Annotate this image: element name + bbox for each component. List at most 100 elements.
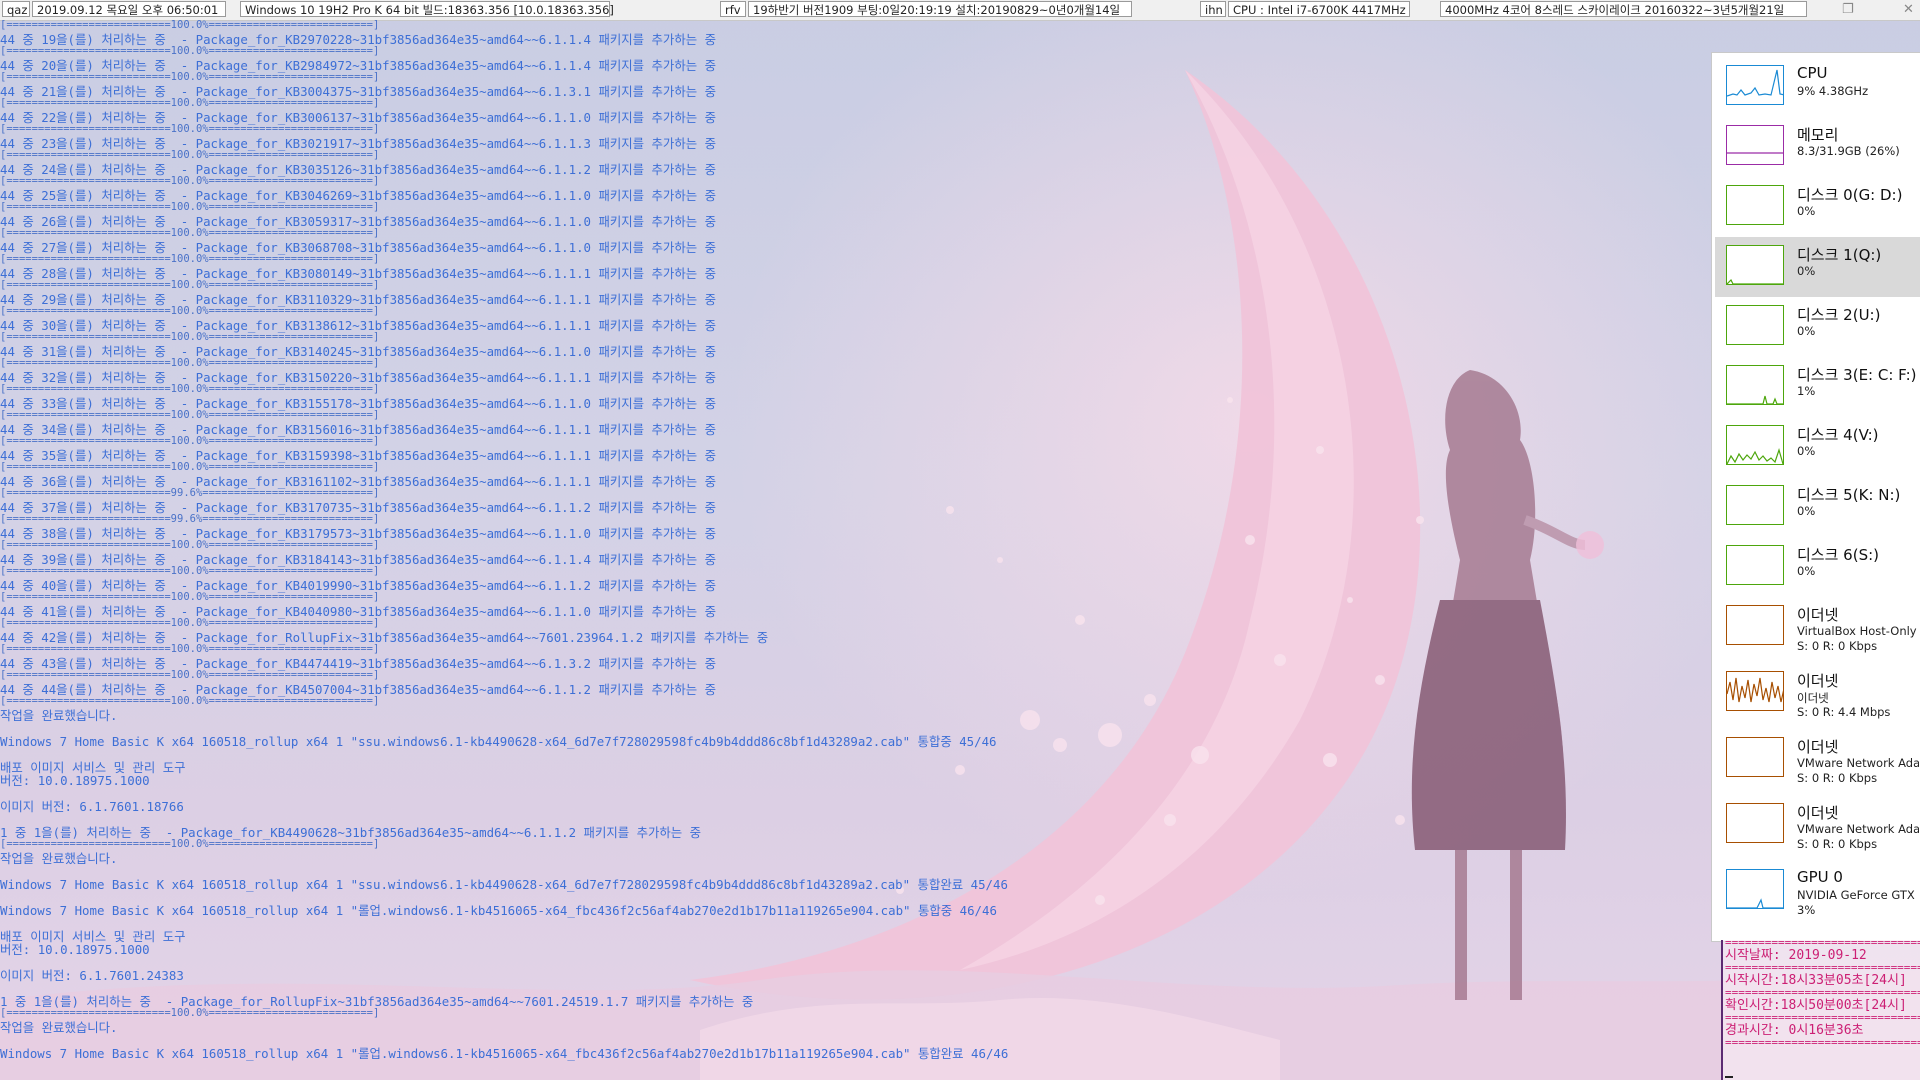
disk-graph-icon [1726,485,1784,525]
perf-item-value: 0% [1797,204,1816,218]
perf-item-detail: 3% [1797,903,1816,917]
console-line: 44 중 26을(를) 처리하는 중 - Package_for_KB30593… [0,214,716,229]
perf-item-value: NVIDIA GeForce GTX ... [1797,888,1919,902]
perf-item-memory[interactable]: 메모리 8.3/31.9GB (26%) [1715,117,1920,177]
perf-item-disk0[interactable]: 디스크 0(G: D:) 0% [1715,177,1920,237]
console-line: 44 중 19을(를) 처리하는 중 - Package_for_KB29702… [0,32,716,47]
perf-item-title: 디스크 6(S:) [1797,546,1879,564]
perf-item-title: 디스크 1(Q:) [1797,246,1882,264]
disk-graph-icon [1726,365,1784,405]
perf-item-ethernet4[interactable]: 이더넷 VMware Network Ada... S: 0 R: 0 Kbps [1715,795,1920,855]
network-graph-icon [1726,737,1784,777]
console-line: Windows 7 Home Basic K x64 160518_rollup… [0,734,997,749]
console-line: 버전: 10.0.18975.1000 [0,773,150,788]
windows-version-label: 19하반기 버전1909 부팅:0일20:19:19 설치:20190829~0… [748,1,1132,17]
perf-item-disk3[interactable]: 디스크 3(E: C: F:) 1% [1715,357,1920,417]
console-line: 44 중 23을(를) 처리하는 중 - Package_for_KB30219… [0,136,716,151]
usage-sparkline [1727,152,1783,154]
perf-item-title: 이더넷 [1797,672,1839,690]
progress-bar-line: [==========================100.0%=======… [0,696,380,707]
perf-item-detail: S: 0 R: 4.4 Mbps [1797,705,1891,719]
timing-separator: ================================== [1725,965,1920,972]
os-version-label: Windows 10 19H2 Pro K 64 bit 빌드:18363.35… [240,1,614,17]
text-cursor [1725,1076,1733,1078]
console-line: 44 중 34을(를) 처리하는 중 - Package_for_KB31560… [0,422,716,437]
console-line: 44 중 30을(를) 처리하는 중 - Package_for_KB31386… [0,318,716,333]
perf-item-title: CPU [1797,64,1828,82]
console-line: 44 중 22을(를) 처리하는 중 - Package_for_KB30061… [0,110,716,125]
console-line: 1 중 1을(를) 처리하는 중 - Package_for_KB4490628… [0,825,702,840]
disk-graph-icon [1726,425,1784,465]
console-line: 배포 이미지 서비스 및 관리 도구 [0,760,186,775]
perf-item-value: 1% [1797,384,1816,398]
console-line: 버전: 10.0.18975.1000 [0,942,150,957]
timing-separator: ================================== [1725,990,1920,997]
perf-item-ethernet2[interactable]: 이더넷 이더넷 S: 0 R: 4.4 Mbps [1715,663,1920,723]
console-line: 44 중 21을(를) 처리하는 중 - Package_for_KB30043… [0,84,716,99]
usage-sparkline [1727,677,1783,703]
perf-item-title: 디스크 4(V:) [1797,426,1879,444]
perf-item-value: VMware Network Ada... [1797,756,1919,770]
tag-label-2: ihn [1200,1,1226,17]
perf-item-disk2[interactable]: 디스크 2(U:) 0% [1715,297,1920,357]
elapsed-time: 경과시간: 0시16분36초 [1725,1023,1864,1038]
restore-icon[interactable]: ❐ [1842,2,1854,18]
perf-item-disk1[interactable]: 디스크 1(Q:) 0% [1715,237,1920,297]
network-graph-icon [1726,671,1784,711]
perf-item-ethernet1[interactable]: 이더넷 VirtualBox Host-Only ... S: 0 R: 0 Kbp… [1715,597,1920,657]
perf-item-disk4[interactable]: 디스크 4(V:) 0% [1715,417,1920,477]
datetime-label: 2019.09.12 목요일 오후 06:50:01 [32,1,226,17]
console-line: 작업을 완료했습니다. [0,1020,118,1035]
perf-item-title: 디스크 5(K: N:) [1797,486,1901,504]
console-line: 44 중 39을(를) 처리하는 중 - Package_for_KB31841… [0,552,716,567]
disk-graph-icon [1726,545,1784,585]
console-line: 44 중 41을(를) 처리하는 중 - Package_for_KB40409… [0,604,716,619]
console-line: 44 중 40을(를) 처리하는 중 - Package_for_KB40199… [0,578,716,593]
usage-sparkline [1727,447,1783,464]
console-line: 44 중 38을(를) 처리하는 중 - Package_for_KB31795… [0,526,716,541]
perf-item-value: 0% [1797,564,1816,578]
console-line: 44 중 27을(를) 처리하는 중 - Package_for_KB30687… [0,240,716,255]
perf-item-disk5[interactable]: 디스크 5(K: N:) 0% [1715,477,1920,537]
perf-item-gpu0[interactable]: GPU 0 NVIDIA GeForce GTX ... 3% [1715,861,1920,921]
perf-item-value: VMware Network Ada... [1797,822,1919,836]
timing-panel: ================================== 시작날짜:… [1721,940,1920,1080]
system-info-bar: qaz 2019.09.12 목요일 오후 06:50:01 Windows 1… [0,0,1920,21]
perf-item-detail: S: 0 R: 0 Kbps [1797,639,1878,653]
console-line: 44 중 36을(를) 처리하는 중 - Package_for_KB31611… [0,474,716,489]
perf-item-title: 디스크 3(E: C: F:) [1797,366,1917,384]
tag-label: rfv [720,1,746,17]
disk-graph-icon [1726,305,1784,345]
perf-item-cpu[interactable]: CPU 9% 4.38GHz [1715,57,1920,117]
console-line: 44 중 44을(를) 처리하는 중 - Package_for_KB45070… [0,682,716,697]
perf-item-title: 디스크 2(U:) [1797,306,1881,324]
cpu-detail-label: 4000MHz 4코어 8스레드 스카이레이크 20160322~3년5개월21… [1440,1,1807,17]
gpu-graph-icon [1726,869,1784,909]
perf-item-title: 디스크 0(G: D:) [1797,186,1903,204]
close-icon[interactable]: ✕ [1903,2,1914,18]
memory-graph-icon [1726,125,1784,165]
network-graph-icon [1726,803,1784,843]
perf-item-value: VirtualBox Host-Only ... [1797,624,1919,638]
console-line: 44 중 42을(를) 처리하는 중 - Package_for_RollupF… [0,630,769,645]
usage-sparkline [1727,69,1783,97]
console-line: 44 중 32을(를) 처리하는 중 - Package_for_KB31502… [0,370,716,385]
performance-sidebar[interactable]: CPU 9% 4.38GHz 메모리 8.3/31.9GB (26%) 디스크 0(G:… [1711,52,1920,942]
usage-sparkline [1727,395,1783,404]
cpu-info-label: CPU : Intel i7-6700K 4417MHz [1228,1,1410,17]
console-line: 44 중 20을(를) 처리하는 중 - Package_for_KB29849… [0,58,716,73]
console-line: 44 중 31을(를) 처리하는 중 - Package_for_KB31402… [0,344,716,359]
perf-item-value: 0% [1797,264,1816,278]
perf-item-ethernet3[interactable]: 이더넷 VMware Network Ada... S: 0 R: 0 Kbps [1715,729,1920,789]
console-output[interactable]: [==========================100.0%=======… [0,20,1700,1080]
console-line: 작업을 완료했습니다. [0,851,118,866]
perf-item-disk6[interactable]: 디스크 6(S:) 0% [1715,537,1920,597]
disk-graph-icon [1726,185,1784,225]
console-line: 44 중 24을(를) 처리하는 중 - Package_for_KB30351… [0,162,716,177]
console-line: 44 중 37을(를) 처리하는 중 - Package_for_KB31707… [0,500,716,515]
user-label: qaz [2,1,30,17]
